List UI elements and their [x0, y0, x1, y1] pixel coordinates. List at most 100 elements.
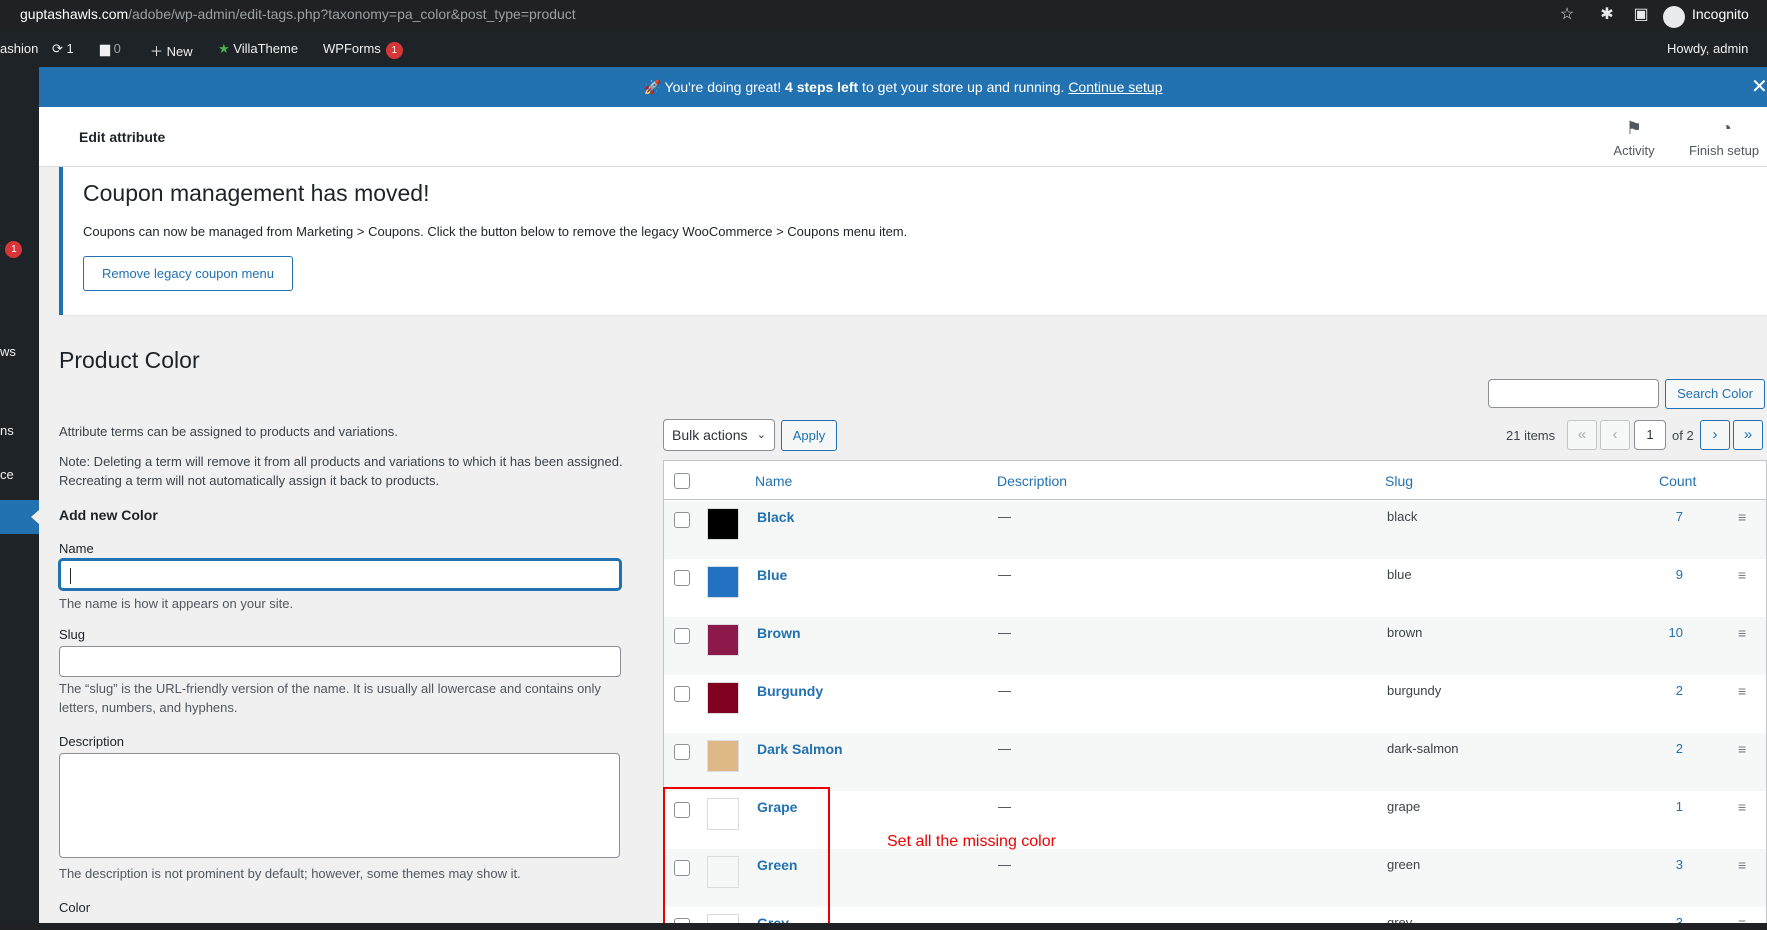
- bulk-actions-select[interactable]: Bulk actions ⌄: [663, 419, 775, 451]
- incognito-icon[interactable]: [1663, 6, 1685, 28]
- new-item[interactable]: ＋ New: [150, 41, 193, 60]
- finish-setup-button[interactable]: ◔ Finish setup: [1689, 117, 1767, 158]
- color-swatch: [707, 682, 739, 714]
- browser-toolbar: guptashawls.com/adobe/wp-admin/edit-tags…: [0, 0, 1767, 30]
- drag-handle-icon[interactable]: ≡: [1738, 625, 1746, 641]
- term-description: —: [998, 741, 1011, 756]
- next-page-button[interactable]: ›: [1700, 420, 1730, 450]
- drag-handle-icon[interactable]: ≡: [1738, 741, 1746, 757]
- term-count-link[interactable]: 2: [1504, 683, 1683, 698]
- term-count-link[interactable]: 9: [1504, 567, 1683, 582]
- sidebar-item-2[interactable]: ws: [0, 344, 16, 359]
- villatheme-item[interactable]: ★ VillaTheme: [218, 41, 298, 57]
- term-description: —: [998, 625, 1011, 640]
- description-hint: The description is not prominent by defa…: [59, 866, 521, 881]
- slug-column-header[interactable]: Slug: [1385, 473, 1413, 489]
- drag-handle-icon[interactable]: ≡: [1738, 509, 1746, 525]
- name-label: Name: [59, 541, 94, 556]
- term-count-link[interactable]: 7: [1504, 509, 1683, 524]
- term-count-link[interactable]: 10: [1504, 625, 1683, 640]
- close-icon[interactable]: ✕: [1751, 67, 1767, 107]
- howdy-item[interactable]: Howdy, admin: [1667, 41, 1748, 56]
- slug-hint: The “slug” is the URL-friendly version o…: [59, 681, 601, 715]
- row-checkbox[interactable]: [674, 802, 690, 818]
- setup-notice-bar: 🚀 You're doing great! 4 steps left to ge…: [39, 67, 1767, 107]
- villatheme-label: VillaTheme: [233, 41, 299, 56]
- name-field[interactable]: [59, 559, 621, 590]
- page-title: Product Color: [59, 347, 200, 373]
- plus-icon: ＋: [150, 44, 164, 59]
- drag-handle-icon[interactable]: ≡: [1738, 857, 1746, 873]
- term-count-link[interactable]: 2: [1504, 741, 1683, 756]
- activity-label: Activity: [1613, 143, 1655, 158]
- profile-label[interactable]: Incognito: [1692, 6, 1749, 22]
- term-description: —: [998, 799, 1011, 814]
- search-input[interactable]: [1488, 379, 1659, 408]
- sidebar-item-3[interactable]: ns: [0, 423, 14, 438]
- description-column-header[interactable]: Description: [997, 473, 1067, 489]
- term-description: —: [998, 509, 1011, 524]
- comments-count: 0: [113, 41, 121, 56]
- drag-handle-icon[interactable]: ≡: [1738, 683, 1746, 699]
- address-bar[interactable]: guptashawls.com/adobe/wp-admin/edit-tags…: [20, 6, 576, 22]
- row-checkbox[interactable]: [674, 686, 690, 702]
- name-hint: The name is how it appears on your site.: [59, 596, 294, 611]
- coupon-notice-text: Coupons can now be managed from Marketin…: [83, 224, 908, 239]
- term-count-link[interactable]: 3: [1504, 857, 1683, 872]
- annotation-note: Set all the missing color: [887, 833, 1056, 850]
- sidepanel-icon[interactable]: ▣: [1631, 5, 1651, 25]
- row-checkbox[interactable]: [674, 860, 690, 876]
- term-name-link[interactable]: Dark Salmon: [757, 741, 843, 757]
- name-column-header[interactable]: Name: [755, 473, 792, 489]
- comments-item[interactable]: ▆ 0: [100, 41, 121, 57]
- apply-button[interactable]: Apply: [781, 420, 837, 451]
- updates-item[interactable]: ⟳ 1: [52, 41, 74, 57]
- term-name-link[interactable]: Burgundy: [757, 683, 823, 699]
- flag-icon: ⚑: [1625, 118, 1643, 138]
- term-name-link[interactable]: Black: [757, 509, 794, 525]
- extensions-icon[interactable]: ✱: [1597, 5, 1617, 25]
- header-title: Edit attribute: [79, 129, 166, 145]
- slug-field[interactable]: [59, 646, 621, 677]
- url-path: /adobe/wp-admin/edit-tags.php?taxonomy=p…: [128, 6, 576, 22]
- continue-setup-link[interactable]: Continue setup: [1068, 79, 1162, 95]
- count-column-header[interactable]: Count: [1659, 473, 1696, 489]
- wpforms-item[interactable]: WPForms 1: [323, 41, 403, 59]
- star-icon: ★: [218, 41, 230, 56]
- drag-handle-icon[interactable]: ≡: [1738, 567, 1746, 583]
- term-description: —: [998, 567, 1011, 582]
- term-description: —: [998, 857, 1011, 872]
- current-page-input[interactable]: 1: [1634, 420, 1666, 450]
- row-checkbox[interactable]: [674, 744, 690, 760]
- term-count-link[interactable]: 1: [1504, 799, 1683, 814]
- star-icon[interactable]: ☆: [1557, 5, 1577, 25]
- activity-button[interactable]: ⚑ Activity: [1599, 117, 1669, 158]
- remove-legacy-coupon-button[interactable]: Remove legacy coupon menu: [83, 256, 293, 291]
- term-name-link[interactable]: Green: [757, 857, 797, 873]
- prev-page-button[interactable]: ‹: [1600, 420, 1630, 450]
- admin-bar: ashion ⟳ 1 ▆ 0 ＋ New ★ VillaTheme WPForm…: [0, 30, 1767, 67]
- term-name-link[interactable]: Blue: [757, 567, 787, 583]
- notice-text-after: to get your store up and running.: [858, 79, 1069, 95]
- term-name-link[interactable]: Brown: [757, 625, 801, 641]
- description-field[interactable]: [59, 753, 620, 858]
- form-note: Note: Deleting a term will remove it fro…: [59, 454, 623, 488]
- taskbar-strip: [0, 923, 1767, 930]
- term-name-link[interactable]: Grape: [757, 799, 797, 815]
- select-all-checkbox[interactable]: [674, 473, 690, 489]
- row-checkbox[interactable]: [674, 570, 690, 586]
- row-checkbox[interactable]: [674, 628, 690, 644]
- site-name[interactable]: ashion: [0, 41, 38, 56]
- table-row: Black — black 7 ≡: [664, 501, 1766, 559]
- last-page-button[interactable]: »: [1733, 420, 1763, 450]
- sidebar-item-1[interactable]: r1: [0, 240, 23, 258]
- sidebar-item-4[interactable]: ce: [0, 467, 14, 482]
- search-color-button[interactable]: Search Color: [1665, 379, 1765, 409]
- wpforms-badge: 1: [385, 42, 403, 59]
- slug-label: Slug: [59, 627, 86, 642]
- drag-handle-icon[interactable]: ≡: [1738, 799, 1746, 815]
- color-label: Color: [59, 900, 91, 915]
- first-page-button[interactable]: «: [1567, 420, 1597, 450]
- row-checkbox[interactable]: [674, 512, 690, 528]
- rocket-icon: 🚀: [643, 79, 661, 95]
